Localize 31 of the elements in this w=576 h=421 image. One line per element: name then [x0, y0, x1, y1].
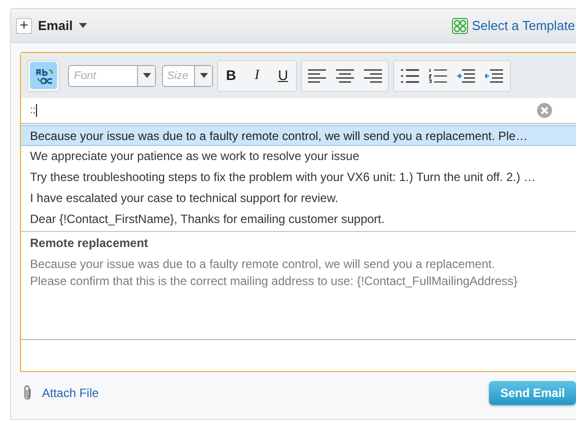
select-template-link[interactable]: Select a Template: [472, 16, 575, 36]
preview-title: Remote replacement: [30, 236, 150, 251]
outdent-icon[interactable]: [485, 68, 503, 82]
align-left-icon[interactable]: [308, 68, 326, 82]
template-icon[interactable]: [452, 18, 468, 34]
suggestion-item[interactable]: Try these troubleshooting steps to fix the problem with your VX6 unit: 1.) Turn the unit off. 2.) …: [21, 167, 576, 188]
font-placeholder: Font: [73, 68, 98, 84]
suggestion-item[interactable]: We appreciate your patience as we work to resolve your issue: [21, 146, 576, 167]
underline-button[interactable]: U: [276, 65, 290, 86]
numbered-list-icon[interactable]: [429, 68, 447, 82]
dropdown-arrow-icon: [200, 73, 208, 78]
suggestion-item[interactable]: I have escalated your case to technical support for review.: [21, 188, 576, 209]
align-right-icon[interactable]: [364, 68, 382, 82]
preview-body: Because your issue was due to a faulty remote control, we will send you a replacement. Please confirm that this is the correct mailing address to use: {!Contact_FullMailingAddress}: [30, 256, 519, 290]
body-input[interactable]: :;: [21, 98, 576, 123]
indent-icon[interactable]: [457, 68, 475, 82]
size-placeholder: Size: [166, 68, 190, 84]
italic-button[interactable]: I: [250, 65, 264, 86]
bullet-list-icon[interactable]: [401, 68, 419, 82]
suggestion-item[interactable]: Dear {!Contact_FirstName}, Thanks for emailing customer support.: [21, 209, 576, 230]
caret-icon[interactable]: [78, 23, 87, 28]
add-button[interactable]: +: [16, 18, 32, 34]
typed-text: :;: [30, 106, 36, 116]
paperclip-icon[interactable]: [23, 385, 33, 401]
attach-file-link[interactable]: Attach File: [42, 384, 99, 402]
dropdown-arrow-icon: [142, 73, 150, 78]
spellcheck-icon: [34, 66, 52, 84]
email-title[interactable]: Email: [38, 16, 73, 36]
bold-button[interactable]: B: [224, 65, 238, 86]
suggestion-item[interactable]: Because your issue was due to a faulty remote control, we will send you a replacement. Ple…: [21, 125, 576, 146]
align-center-icon[interactable]: [336, 68, 354, 82]
